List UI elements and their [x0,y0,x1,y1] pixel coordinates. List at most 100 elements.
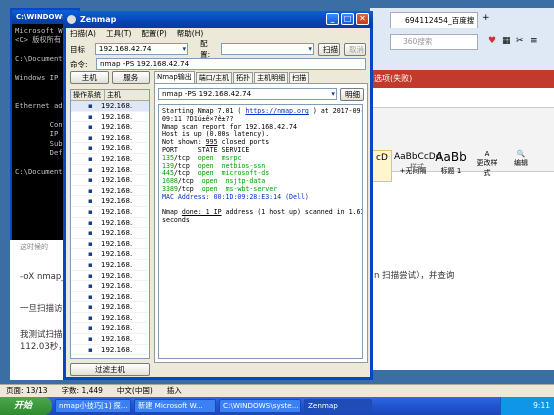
host-row[interactable]: ▪ 192.168. [71,239,149,250]
services-toggle-button[interactable]: 服务 [111,71,150,84]
tab-nmap-output[interactable]: Nmap输出 [154,71,195,83]
doc-line: -oX nmap_ [20,272,66,282]
status-words[interactable]: 字数: 1,449 [62,385,103,397]
nmap-output-text[interactable]: Starting Nmap 7.01 ( https://nmap.org ) … [158,104,363,359]
browser-window[interactable]: 694112454_百度搜 + 360搜索 ♥ ▦ ✂ ≡ [370,8,554,70]
zenmap-titlebar[interactable]: Zenmap _ □ ✕ [63,11,373,28]
taskbar-item[interactable]: nmap小技巧[1] 探... [55,399,131,413]
change-styles-label: 更改样式 [476,159,498,177]
host-row[interactable]: ▪ 192.168. [71,271,149,282]
host-row[interactable]: ▪ 192.168. [71,260,149,271]
target-input[interactable]: 192.168.42.74 ▾ [94,43,189,55]
column-os[interactable]: 操作系统 [71,90,105,100]
host-row[interactable]: ▪ 192.168. [71,218,149,229]
output-scan-select[interactable]: nmap -PS 192.168.42.74 ▾ [158,88,337,100]
tab-scans[interactable]: 扫描 [289,72,310,83]
browser-tab[interactable]: 694112454_百度搜 [390,12,478,28]
nmap-link[interactable]: https://nmap.org [245,107,309,115]
filter-hosts-button[interactable]: 过滤主机 [70,363,150,376]
maximize-button[interactable]: □ [341,13,354,25]
column-host[interactable]: 主机 [105,90,149,100]
profile-select[interactable]: ▾ [220,43,315,55]
host-row[interactable]: ▪ 192.168. [71,165,149,176]
browser-search-input[interactable]: 360搜索 [390,34,478,50]
system-tray[interactable]: 9:11 [500,397,554,415]
change-styles-button[interactable]: A 更改样式 [474,150,500,178]
host-row[interactable]: ▪ 192.168. [71,133,149,144]
menu-profile[interactable]: 配置(P) [141,28,166,40]
cancel-button[interactable]: 取消 [344,42,367,56]
menu-tools[interactable]: 工具(T) [106,28,131,40]
details-button[interactable]: 明细 [340,87,364,101]
port-state: open [197,153,214,162]
host-row[interactable]: ▪ 192.168. [71,143,149,154]
host-row[interactable]: ▪ 192.168. [71,228,149,239]
status-language[interactable]: 中文(中国) [117,385,153,397]
zenmap-window[interactable]: Zenmap _ □ ✕ 扫描(A) 工具(T) 配置(P) 帮助(H) 目标 … [63,11,373,380]
output-line: 09:11 ?D1ú±ê×?ê±?? [162,114,234,123]
tab-host-details[interactable]: 主机明细 [254,72,289,83]
grid-icon[interactable]: ▦ [502,36,511,46]
taskbar-item[interactable]: C:\WINDOWS\syste... [219,399,301,413]
chevron-down-icon[interactable]: ▾ [331,89,335,99]
mac-address-line: MAC Address: 00:1D:09:28:E3:14 (Dell) [162,192,309,201]
minimize-button[interactable]: _ [326,13,339,25]
host-address: 192.168. [101,335,133,344]
menu-scan[interactable]: 扫描(A) [70,28,96,40]
hosts-toggle-button[interactable]: 主机 [70,71,109,84]
heart-icon[interactable]: ♥ [488,36,496,46]
taskbar-item[interactable]: 新建 Microsoft W... [134,399,216,413]
start-button[interactable]: 开始 [0,397,52,415]
host-row[interactable]: ▪ 192.168. [71,334,149,345]
status-page[interactable]: 页面: 13/13 [6,385,48,397]
host-row[interactable]: ▪ 192.168. [71,345,149,356]
host-list[interactable]: 操作系统 主机 ▪ 192.168. ▪ 192.168. ▪ 192.168. ▪ 192.… [70,89,150,359]
new-tab-icon[interactable]: + [482,13,490,23]
port-lines: 135/tcp open msrpc 139/tcp open netbios-… [162,154,277,193]
host-row[interactable]: ▪ 192.168. [71,101,149,112]
close-button[interactable]: ✕ [356,13,369,25]
host-address: 192.168. [101,197,133,206]
host-row[interactable]: ▪ 192.168. [71,154,149,165]
style-gallery-item[interactable]: AaBb 标题 1 [434,150,468,182]
edit-button[interactable]: 🔍 编辑 [510,150,532,168]
host-service-toggle: 主机 服务 [70,71,150,85]
results-tabs: Nmap输出 端口/主机 拓扑 主机明细 扫描 [154,71,368,83]
host-row[interactable]: ▪ 192.168. [71,302,149,313]
host-row[interactable]: ▪ 192.168. [71,292,149,303]
status-mode[interactable]: 插入 [167,385,182,397]
host-address: 192.168. [101,123,133,132]
taskbar: 开始 nmap小技巧[1] 探... 新建 Microsoft W... C:\… [0,397,554,415]
host-address: 192.168. [101,303,133,312]
doc-line: 一旦扫描访 [20,304,63,314]
chevron-down-icon[interactable]: ▾ [308,44,312,54]
host-row[interactable]: ▪ 192.168. [71,281,149,292]
host-row[interactable]: ▪ 192.168. [71,207,149,218]
host-row[interactable]: ▪ 192.168. [71,122,149,133]
scan-button[interactable]: 扫描 [318,42,341,56]
host-row[interactable]: ▪ 192.168. [71,249,149,260]
tab-topology[interactable]: 拓扑 [233,72,254,83]
port-number: 139 [162,161,174,170]
host-row[interactable]: ▪ 192.168. [71,175,149,186]
command-input[interactable]: nmap -PS 192.168.42.74 [96,58,366,70]
menu-icon[interactable]: ≡ [530,36,538,46]
port-service: msrpc [221,153,242,162]
host-row[interactable]: ▪ 192.168. [71,112,149,123]
tab-ports-hosts[interactable]: 端口/主机 [195,72,233,83]
scissors-icon[interactable]: ✂ [516,36,524,46]
port-line: 135/tcp open msrpc [162,154,241,162]
chevron-down-icon[interactable]: ▾ [183,44,187,54]
os-icon: ▪ [88,133,93,142]
style-gallery-item[interactable]: cD [372,150,392,182]
doc-line: 我测试扫描 [20,330,63,340]
host-row[interactable]: ▪ 192.168. [71,313,149,324]
host-address: 192.168. [101,112,133,121]
taskbar-item-active[interactable]: Zenmap [304,399,372,413]
os-icon: ▪ [88,345,93,354]
host-row[interactable]: ▪ 192.168. [71,196,149,207]
word-window[interactable]: 选项(失败) cD AaBbCcDd +无间隔 AaBb 标题 1 A 更改样式… [370,70,554,370]
host-row[interactable]: ▪ 192.168. [71,186,149,197]
port-number: 1688 [162,177,178,186]
host-row[interactable]: ▪ 192.168. [71,323,149,335]
